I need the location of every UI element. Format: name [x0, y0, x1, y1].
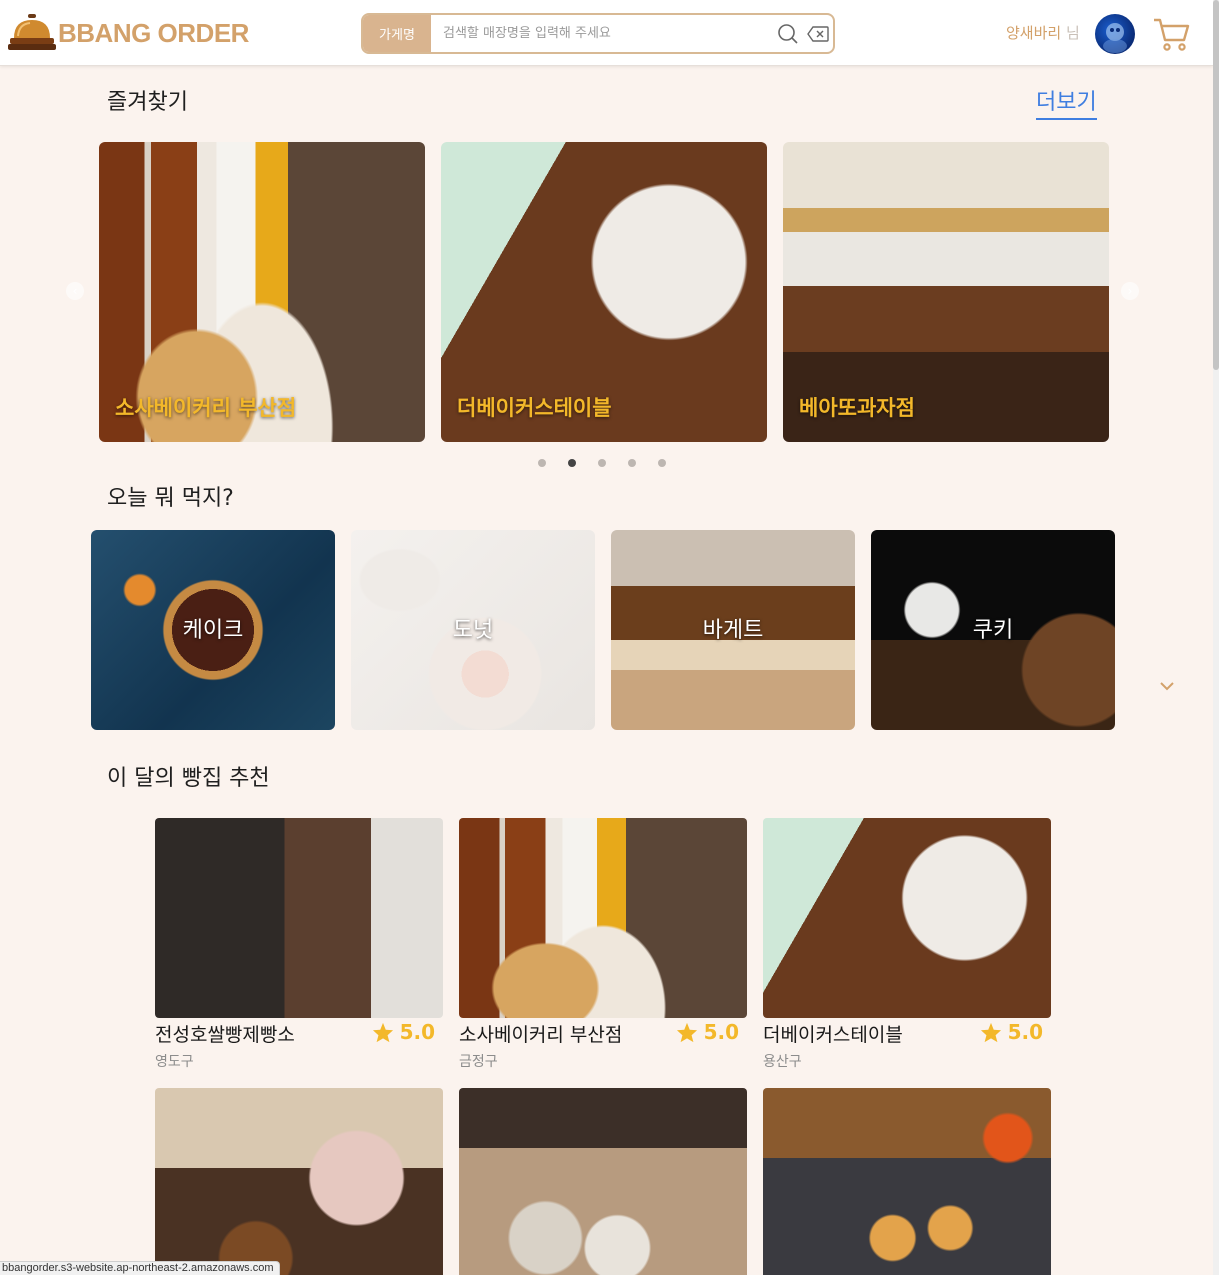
category-card-cookie[interactable]: 쿠키	[871, 530, 1115, 730]
favorite-name: 베아또과자점	[799, 396, 915, 420]
carousel-dot[interactable]	[628, 459, 636, 467]
user-greeting[interactable]: 양새바리 님	[1006, 22, 1080, 43]
category-card-donut[interactable]: 도넛	[351, 530, 595, 730]
status-url: bbangorder.s3-website.ap-northeast-2.ama…	[0, 1261, 281, 1275]
star-icon	[372, 1022, 393, 1042]
recommend-name: 전성호쌀빵제빵소	[155, 1024, 295, 1046]
favorite-card[interactable]: 베아또과자점	[783, 142, 1109, 442]
recommend-district: 금정구	[459, 1054, 498, 1070]
chevron-down-icon[interactable]	[1157, 676, 1177, 696]
category-card-baguette[interactable]: 바게트	[611, 530, 855, 730]
recommend-district: 용산구	[763, 1054, 802, 1070]
recommend-image	[155, 1088, 443, 1275]
carousel-next-icon[interactable]: ›	[1121, 282, 1139, 300]
recommend-image	[763, 818, 1051, 1018]
carousel-dot[interactable]	[598, 459, 606, 467]
logo[interactable]: BBANG ORDER	[6, 12, 249, 54]
search-bar: 가게명	[361, 13, 835, 54]
recommend-rating: 5.0	[1007, 1020, 1043, 1044]
clear-icon[interactable]	[803, 19, 833, 49]
logo-text: BBANG ORDER	[58, 17, 249, 48]
today-title: 오늘 뭐 먹지?	[107, 486, 234, 511]
favorites-title: 즐겨찾기	[107, 90, 188, 115]
recommend-image	[155, 818, 443, 1018]
category-card-cake[interactable]: 케이크	[91, 530, 335, 730]
favorite-name: 소사베이커리 부산점	[115, 396, 297, 420]
category-label: 쿠키	[972, 618, 1014, 643]
more-link[interactable]: 더보기	[1036, 84, 1097, 120]
cart-icon[interactable]	[1151, 14, 1191, 54]
recommend-image	[459, 818, 747, 1018]
page-scrollbar[interactable]	[1213, 0, 1219, 1275]
recommend-district: 영도구	[155, 1054, 194, 1070]
recommend-image	[763, 1088, 1051, 1275]
recommend-image	[459, 1088, 747, 1275]
bell-logo-icon	[6, 12, 56, 54]
recommend-title: 이 달의 빵집 추천	[107, 766, 270, 791]
carousel-dot[interactable]	[538, 459, 546, 467]
carousel-dots	[538, 459, 666, 467]
recommend-card[interactable]: 전성호쌀빵제빵소 5.0 영도구	[155, 818, 443, 1071]
recommend-name: 소사베이커리 부산점	[459, 1024, 623, 1046]
top-header: BBANG ORDER 가게명 양새바리 님	[0, 0, 1213, 66]
favorite-card[interactable]: 소사베이커리 부산점	[99, 142, 425, 442]
star-icon	[676, 1022, 697, 1042]
scrollbar-thumb[interactable]	[1213, 0, 1219, 370]
recommend-name: 더베이커스테이블	[763, 1024, 903, 1046]
favorite-name: 더베이커스테이블	[457, 396, 612, 420]
recommend-rating: 5.0	[399, 1020, 435, 1044]
search-icon[interactable]	[773, 19, 803, 49]
user-name: 양새바리	[1006, 24, 1062, 42]
recommend-card[interactable]: 더베이커스테이블 5.0 용산구	[763, 818, 1051, 1071]
avatar[interactable]	[1095, 14, 1135, 54]
star-icon	[980, 1022, 1001, 1042]
category-label: 케이크	[182, 618, 244, 643]
carousel-dot[interactable]	[658, 459, 666, 467]
search-input[interactable]	[431, 15, 773, 52]
user-suffix: 님	[1065, 24, 1080, 42]
category-label: 바게트	[702, 618, 764, 643]
recommend-card[interactable]	[459, 1088, 747, 1275]
recommend-rating: 5.0	[703, 1020, 739, 1044]
search-type-select[interactable]: 가게명	[363, 15, 431, 52]
category-label: 도넛	[452, 618, 494, 643]
recommend-card[interactable]	[763, 1088, 1051, 1275]
carousel-dot-active[interactable]	[568, 459, 576, 467]
recommend-card[interactable]	[155, 1088, 443, 1275]
carousel-prev-icon[interactable]: ‹	[66, 282, 84, 300]
favorite-card[interactable]: 더베이커스테이블	[441, 142, 767, 442]
recommend-card[interactable]: 소사베이커리 부산점 5.0 금정구	[459, 818, 747, 1071]
